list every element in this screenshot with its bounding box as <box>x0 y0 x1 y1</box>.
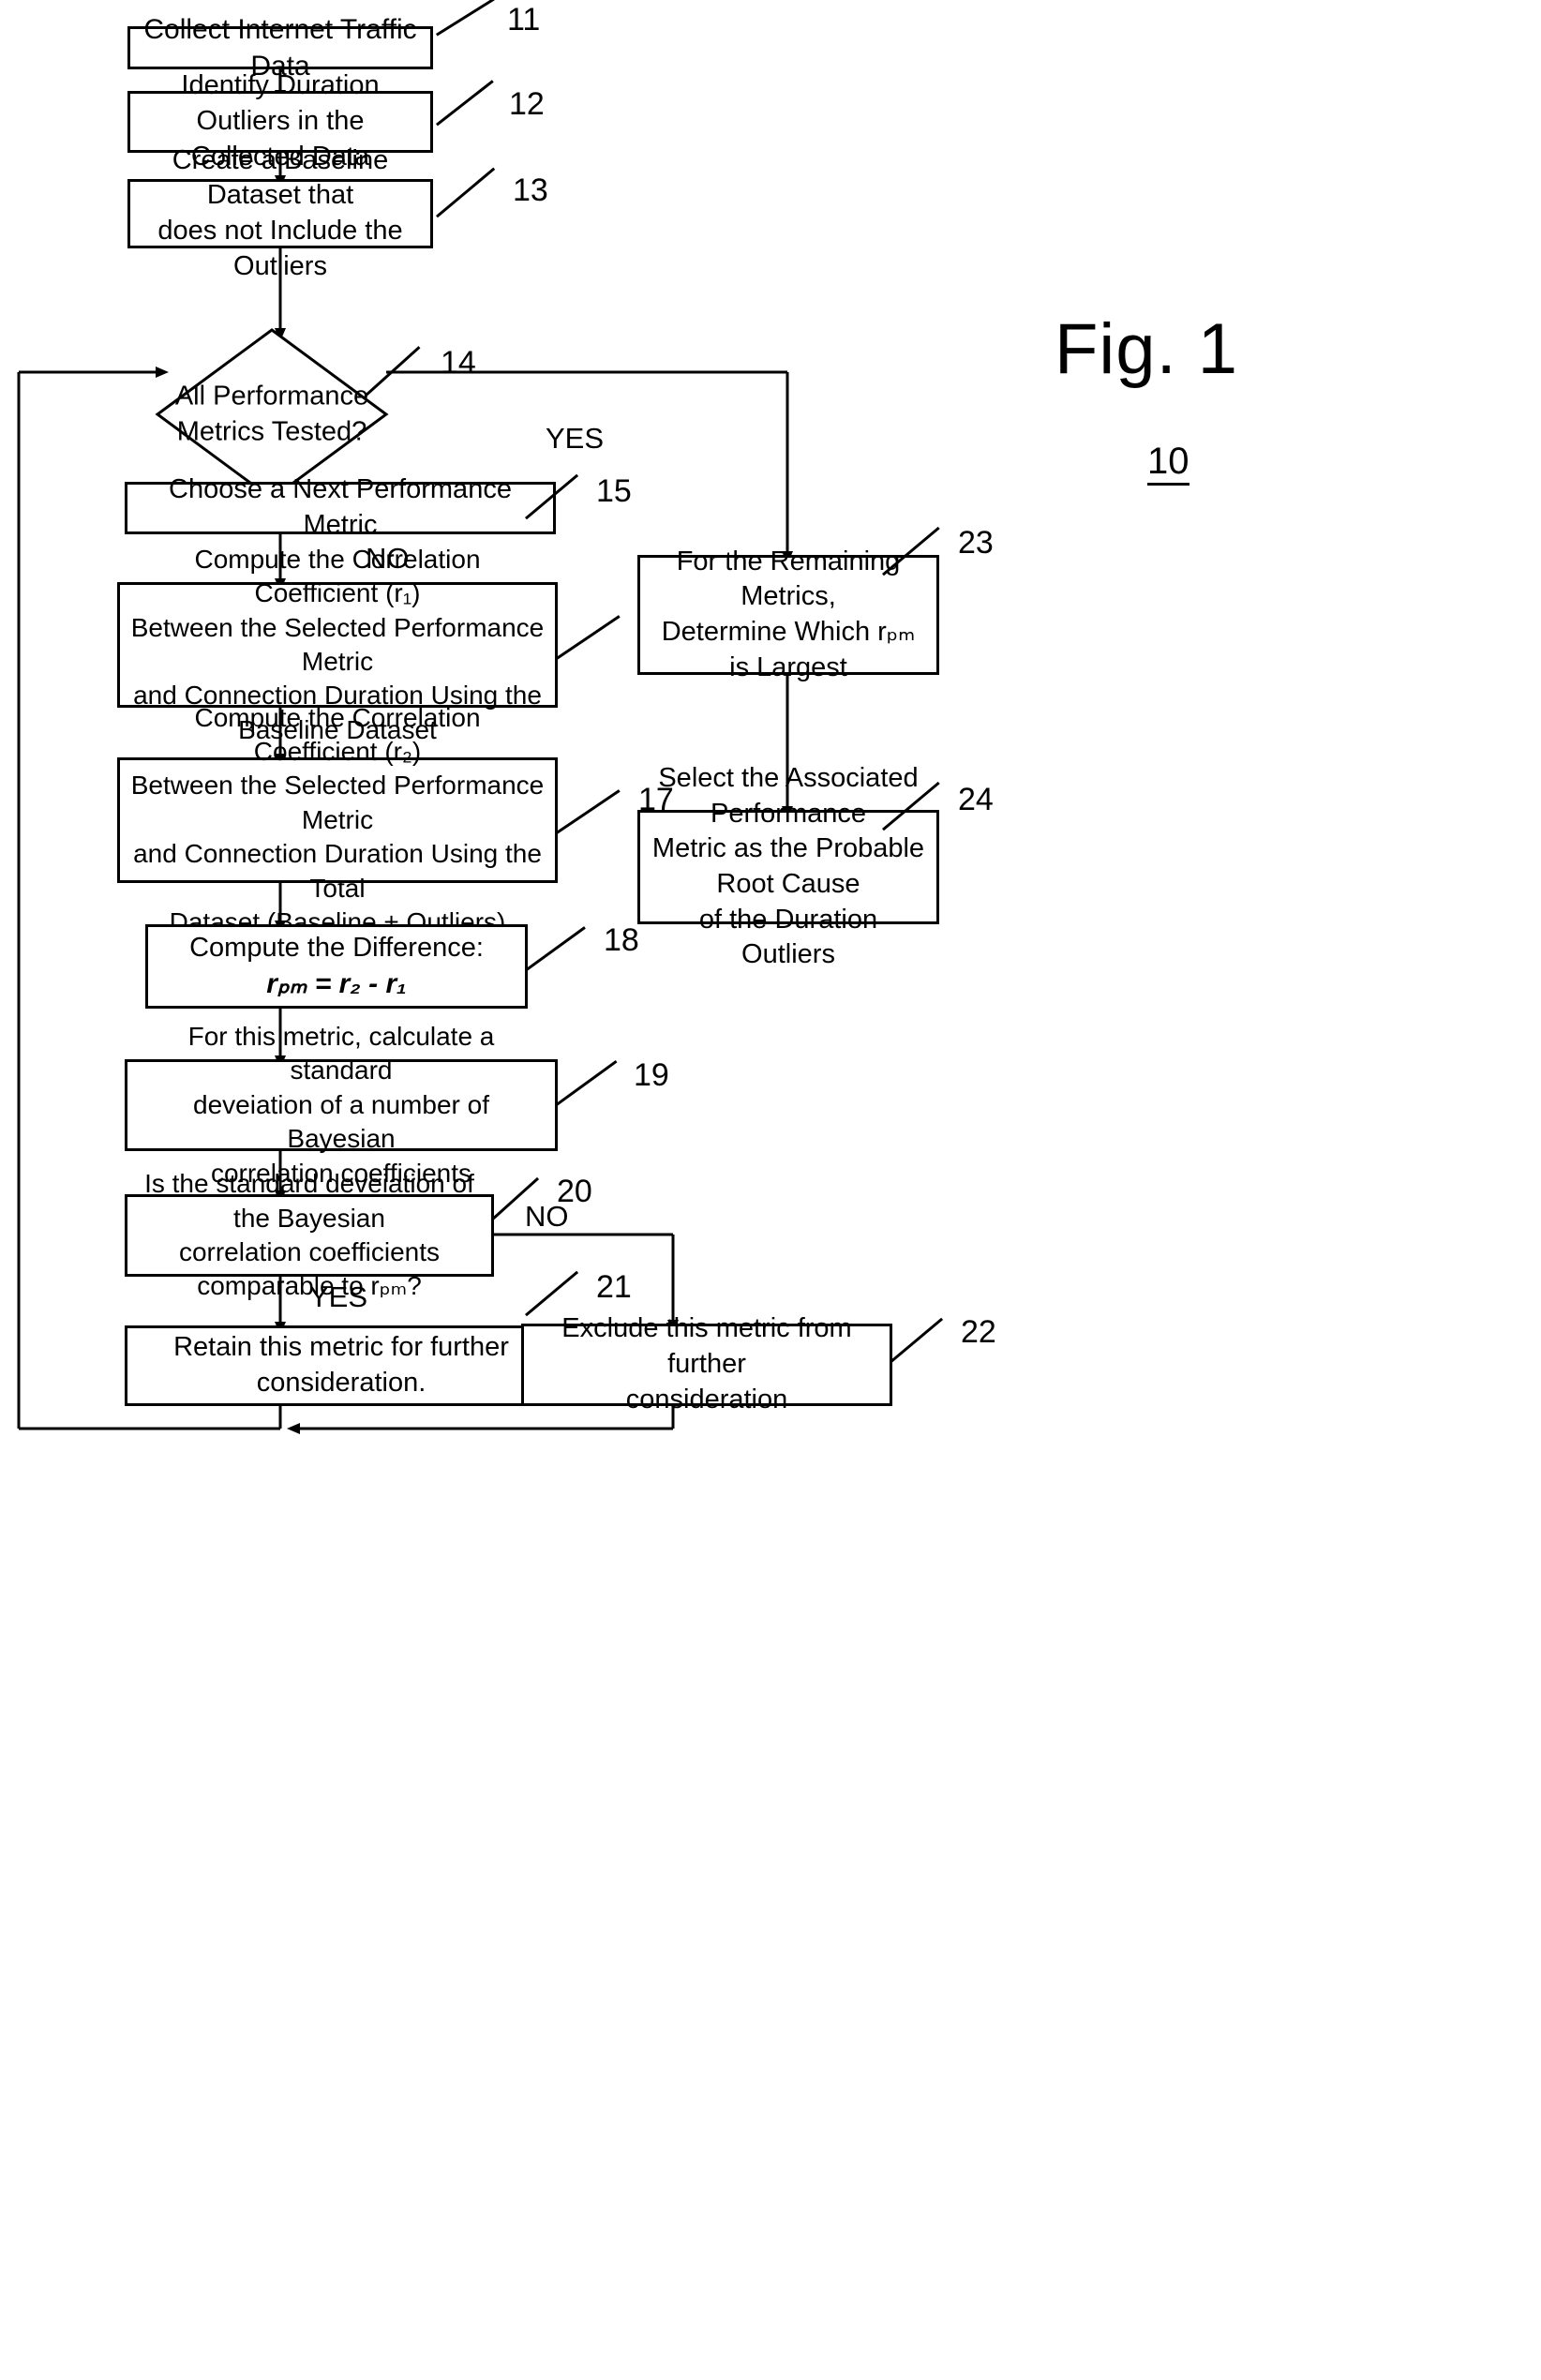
reference-numeral-19: 19 <box>634 1057 669 1093</box>
node-label: For the Remaining Metrics, Determine Whi… <box>661 546 916 682</box>
node-label: Retain this metric for further considera… <box>173 1332 509 1398</box>
branch-label-yes-decision20: YES <box>309 1280 368 1313</box>
node-label: Compute the Difference: <box>189 932 484 963</box>
node-label: Compute the Correlation Coefficient (r₂)… <box>130 702 545 936</box>
reference-numeral-23: 23 <box>958 525 994 561</box>
node-compute-correlation-coefficient-r2: Compute the Correlation Coefficient (r₂)… <box>117 703 558 936</box>
leader-line-19 <box>555 1059 618 1107</box>
figure-title: Fig. 1 <box>1055 309 1239 389</box>
leader-line-12 <box>436 80 494 127</box>
node-retain-metric: Retain this metric for further considera… <box>125 1325 558 1406</box>
patent-figure-page: Fig. 1 10 Collect Internet Traffic Data … <box>0 0 1541 2380</box>
branch-label-yes-top: YES <box>546 422 605 455</box>
node-calculate-standard-deviation: For this metric, calculate a standard de… <box>125 1022 558 1188</box>
reference-numeral-24: 24 <box>958 782 994 817</box>
reference-numeral-11: 11 <box>507 2 541 37</box>
leader-line-16 <box>555 615 621 661</box>
node-choose-next-performance-metric: Choose a Next Performance Metric <box>125 474 556 540</box>
reference-numeral-18: 18 <box>604 922 639 958</box>
leader-line-11 <box>436 0 495 37</box>
branch-label-no-decision20: NO <box>525 1200 569 1233</box>
node-exclude-metric: Exclude this metric from further conside… <box>521 1313 892 1415</box>
reference-numeral-15: 15 <box>596 473 632 509</box>
leader-line-13 <box>436 167 496 218</box>
node-compute-difference: Compute the Difference: rₚₘ = r₂ - r₁ <box>145 924 528 1009</box>
node-compute-correlation-coefficient-r1: Compute the Correlation Coefficient (r₁)… <box>117 545 558 744</box>
node-is-stddev-comparable: Is the standard deveiation of the Bayesi… <box>125 1169 494 1300</box>
node-label: Create a Baseline Dataset that does not … <box>157 144 403 281</box>
node-label: Exclude this metric from further conside… <box>561 1313 852 1415</box>
leader-line-21 <box>525 1270 579 1317</box>
reference-numeral-14: 14 <box>441 345 476 381</box>
node-label: All Performance Metrics Tested? <box>174 381 369 446</box>
reference-numeral-22: 22 <box>961 1314 996 1350</box>
leader-line-22 <box>890 1317 944 1364</box>
node-label: Choose a Next Performance Metric <box>169 474 512 540</box>
figure-number: 10 <box>1147 442 1189 486</box>
reference-numeral-12: 12 <box>509 86 545 122</box>
reference-numeral-13: 13 <box>513 172 548 208</box>
node-determine-largest-rpm: For the Remaining Metrics, Determine Whi… <box>637 546 939 682</box>
node-collect-internet-traffic-data: Collect Internet Traffic Data <box>127 14 433 82</box>
node-formula: rₚₘ = r₂ - r₁ <box>266 968 407 1000</box>
node-label: For this metric, calculate a standard de… <box>187 1022 495 1188</box>
node-label: Select the Associated Performance Metric… <box>651 762 925 970</box>
reference-numeral-21: 21 <box>596 1269 632 1305</box>
node-create-baseline-dataset: Create a Baseline Dataset that does not … <box>127 145 433 281</box>
leader-line-17 <box>555 789 621 835</box>
node-select-root-cause: Select the Associated Performance Metric… <box>637 763 939 969</box>
